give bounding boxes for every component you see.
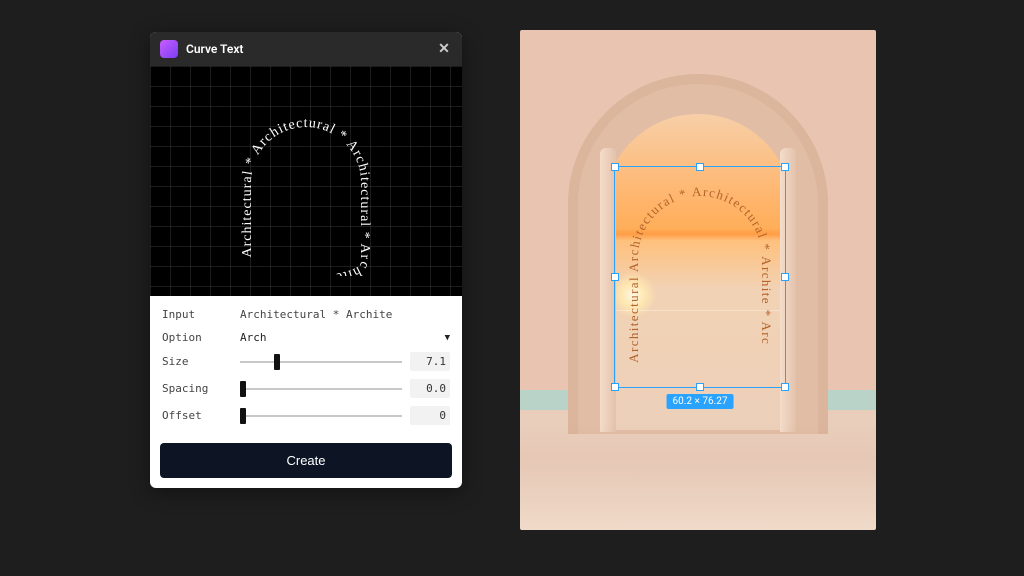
label-offset: Offset <box>162 409 232 422</box>
svg-text:Architectural * Architectural: Architectural * Architectural * Architec… <box>240 116 372 276</box>
create-button[interactable]: Create <box>160 443 452 478</box>
handle-mid-right[interactable] <box>781 273 789 281</box>
row-spacing: Spacing <box>150 375 462 402</box>
row-option: Option Arch ▼ <box>150 327 462 348</box>
spacing-slider[interactable] <box>240 388 402 390</box>
option-select[interactable]: Arch ▼ <box>240 331 450 344</box>
input-text-field[interactable] <box>240 306 450 323</box>
app-icon <box>160 40 178 58</box>
panel-title: Curve Text <box>186 42 243 56</box>
selection-box[interactable]: 60.2 × 76.27 <box>614 166 786 388</box>
size-slider[interactable] <box>240 361 402 363</box>
handle-bot-left[interactable] <box>611 383 619 391</box>
option-value: Arch <box>240 331 267 344</box>
panel-header[interactable]: Curve Text ✕ <box>150 32 462 66</box>
handle-bot-right[interactable] <box>781 383 789 391</box>
spacing-value[interactable] <box>410 379 450 398</box>
handle-top-mid[interactable] <box>696 163 704 171</box>
label-input: Input <box>162 308 232 321</box>
size-value[interactable] <box>410 352 450 371</box>
row-offset: Offset <box>150 402 462 429</box>
row-input: Input <box>150 302 462 327</box>
handle-mid-left[interactable] <box>611 273 619 281</box>
offset-value[interactable] <box>410 406 450 425</box>
label-option: Option <box>162 331 232 344</box>
close-icon[interactable]: ✕ <box>436 41 452 57</box>
chevron-down-icon: ▼ <box>445 333 450 343</box>
controls: Input Option Arch ▼ Size Spacing <box>150 296 462 437</box>
label-size: Size <box>162 355 232 368</box>
curve-text-panel: Curve Text ✕ Architectural * Architectur… <box>150 32 462 488</box>
preview-arch-text: Architectural * Architectural * Architec… <box>211 86 401 276</box>
row-size: Size <box>150 348 462 375</box>
offset-slider[interactable] <box>240 415 402 417</box>
label-spacing: Spacing <box>162 382 232 395</box>
selection-dimensions: 60.2 × 76.27 <box>667 394 734 409</box>
handle-top-right[interactable] <box>781 163 789 171</box>
handle-bot-mid[interactable] <box>696 383 704 391</box>
preview-area: Architectural * Architectural * Architec… <box>150 66 462 296</box>
handle-top-left[interactable] <box>611 163 619 171</box>
